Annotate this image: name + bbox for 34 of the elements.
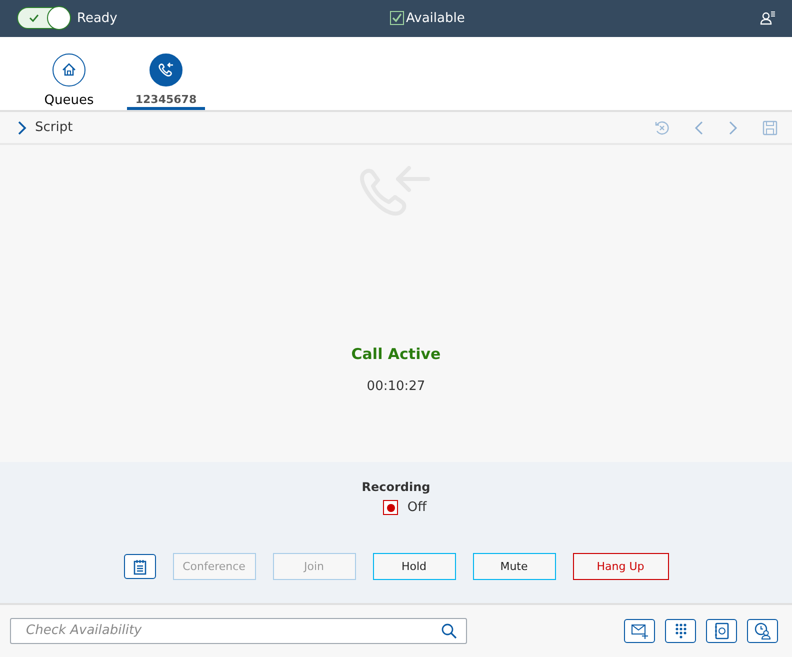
ready-label: Ready [77, 10, 118, 26]
check-icon [29, 14, 39, 22]
search-icon[interactable] [441, 622, 457, 639]
ready-toggle[interactable] [17, 7, 71, 30]
tab[interactable]: 12345678 [127, 36, 205, 110]
address-book-icon [714, 622, 730, 640]
hang-up-button[interactable]: Hang Up [572, 553, 668, 580]
contact-history-button[interactable] [747, 618, 778, 643]
chevron-icon[interactable] [17, 120, 27, 135]
tab-label: Queues [44, 92, 94, 108]
call-timer: 00:10:27 [366, 379, 426, 394]
call-status: Call Active [351, 345, 441, 364]
phone-icon [149, 52, 183, 87]
address-book-button[interactable] [706, 618, 737, 643]
recording-toggle[interactable] [383, 500, 398, 516]
tab[interactable]: Queues [37, 36, 101, 110]
recording-state: Off [407, 500, 427, 516]
clock-person-icon [754, 622, 772, 640]
notepad-icon [132, 558, 146, 575]
available-label: Available [406, 10, 465, 26]
home-icon [52, 52, 86, 87]
notes-button[interactable] [124, 554, 156, 580]
user-settings-icon[interactable] [760, 11, 776, 26]
dialpad-button[interactable] [665, 618, 696, 643]
email-button[interactable] [624, 618, 655, 643]
action-button[interactable]: Hold [372, 553, 456, 580]
search-field[interactable]: Check Availability [10, 618, 467, 644]
script-label[interactable]: Script [35, 120, 73, 136]
available-checkbox[interactable] [390, 11, 404, 26]
tab-label: 12345678 [135, 92, 197, 106]
recording-title: Recording [362, 480, 430, 494]
action-button[interactable]: Mute [472, 553, 556, 580]
envelope-plus-icon [630, 622, 648, 639]
dialpad-icon [674, 622, 688, 639]
